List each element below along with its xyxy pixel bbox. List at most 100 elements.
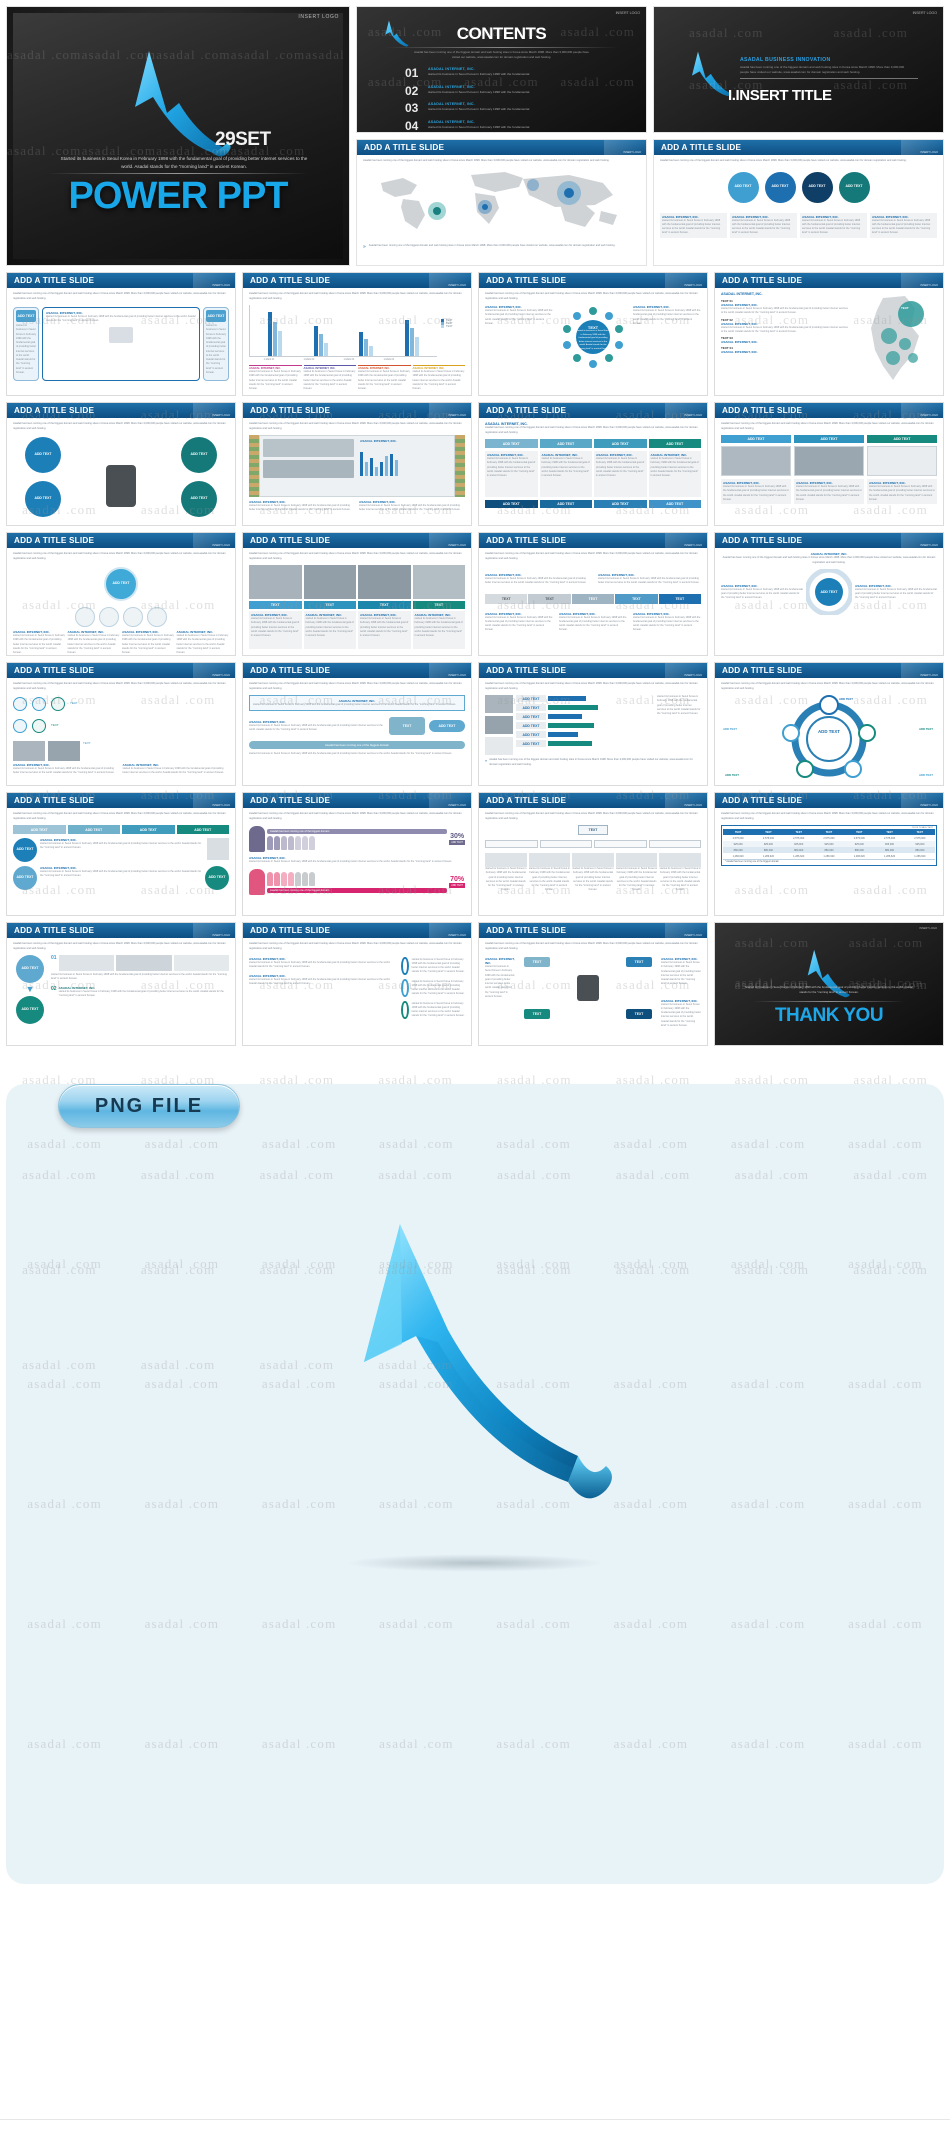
process-step[interactable]: TEXT xyxy=(571,593,615,604)
circle-item[interactable]: ADD TEXT xyxy=(764,171,796,203)
slide-mobile-panels[interactable]: ADD A TITLE SLIDE INSERT LOGO Asadal has… xyxy=(6,272,236,396)
org-node[interactable] xyxy=(539,840,592,849)
process-step[interactable]: TEXT xyxy=(485,593,528,604)
slide-three-photos[interactable]: ADD A TITLE SLIDE INSERT LOGO Asadal has… xyxy=(714,402,944,526)
pill-button[interactable]: TEXT xyxy=(358,601,411,610)
chevron-step[interactable]: ADD TEXT xyxy=(648,500,701,509)
process-step[interactable]: TEXT xyxy=(615,593,658,604)
circle-item[interactable]: ADD TEXT xyxy=(801,171,833,203)
chevron-step[interactable]: ADD TEXT xyxy=(122,825,175,835)
chevron-step[interactable]: ADD TEXT xyxy=(594,500,647,509)
circle-item[interactable]: ADD TEXT xyxy=(25,437,61,474)
chevron-step[interactable]: ADD TEXT xyxy=(176,825,229,835)
slide-header: ADD A TITLE SLIDE INSERT LOGO xyxy=(243,923,471,938)
slide-people-percent[interactable]: ADD A TITLE SLIDE INSERT LOGO Asadal has… xyxy=(242,792,472,916)
circle-node[interactable] xyxy=(401,957,409,976)
list-item[interactable]: 02 ASADAL INTERNET, INC. started its bus… xyxy=(405,85,628,97)
chevron-step[interactable]: ADD TEXT xyxy=(648,439,701,449)
list-item[interactable]: 03 ASADAL INTERNET, INC. started its bus… xyxy=(405,102,628,114)
slide-arrow-process[interactable]: ADD A TITLE SLIDE INSERT LOGO Asadal has… xyxy=(478,532,708,656)
circle-item[interactable]: ADD TEXT xyxy=(181,437,217,474)
timeline-node[interactable] xyxy=(13,719,27,734)
list-item[interactable]: 01 ASADAL INTERNET, INC. started its bus… xyxy=(405,67,628,79)
data-table[interactable]: TEXT TEXT TEXT TEXT TEXT TEXT TEXT 2,575… xyxy=(723,829,935,860)
spoke-icon[interactable] xyxy=(147,607,167,628)
cycle-node[interactable]: TEXT xyxy=(626,1009,652,1020)
spoke-icon[interactable] xyxy=(75,607,95,628)
panel-card[interactable]: ADD TEXT started its business in Seoul K… xyxy=(203,307,229,382)
org-node[interactable] xyxy=(648,840,701,849)
slide-steps-arrow[interactable]: ADD A TITLE SLIDE INSERT LOGO Asadal has… xyxy=(6,922,236,1046)
slide-circle-list[interactable]: ADD A TITLE SLIDE INSERT LOGO Asadal has… xyxy=(242,922,472,1046)
list-item[interactable]: 04 ASADAL INTERNET, INC. started its bus… xyxy=(405,120,628,132)
circle-item[interactable]: ADD TEXT xyxy=(25,481,61,518)
slide-four-circles[interactable]: ADD A TITLE SLIDE INSERT LOGO Asadal has… xyxy=(653,139,944,266)
pill-button[interactable]: TEXT xyxy=(249,601,302,610)
section-title-slide[interactable]: asadal .com asadal .com asadal .com asad… xyxy=(653,6,944,133)
chevron-step[interactable]: ADD TEXT xyxy=(539,439,592,449)
panel-card[interactable]: ADD TEXT started its business in Seoul K… xyxy=(13,307,39,382)
process-step[interactable]: TEXT xyxy=(528,593,571,604)
slide-bar-chart[interactable]: ADD A TITLE SLIDE INSERT LOGO Asadal has… xyxy=(242,272,472,396)
slide-people-grid[interactable]: ADD A TITLE SLIDE INSERT LOGO Asadal has… xyxy=(242,532,472,656)
circle-item[interactable]: ADD TEXT xyxy=(181,481,217,518)
slide-four-columns[interactable]: ADD A TITLE SLIDE INSERT LOGO ASADAL INT… xyxy=(478,402,708,526)
circle-item[interactable]: ADD TEXT xyxy=(205,866,229,891)
slide-orbit-circle[interactable]: ADD A TITLE SLIDE INSERT LOGO Asadal has… xyxy=(714,662,944,786)
cycle-node[interactable]: TEXT xyxy=(626,957,652,968)
slide-photo-bars[interactable]: ADD A TITLE SLIDE INSERT LOGO Asadal has… xyxy=(478,662,708,786)
circle-node[interactable] xyxy=(401,979,409,998)
pill-button[interactable]: ADD TEXT xyxy=(721,435,791,444)
org-root[interactable]: TEXT xyxy=(577,825,609,836)
spoke-icon[interactable] xyxy=(99,607,119,628)
slide-ribbon-flow[interactable]: ADD A TITLE SLIDE INSERT LOGO Asadal has… xyxy=(242,662,472,786)
slide-radial-diagram[interactable]: ADD A TITLE SLIDE INSERT LOGO ASADAL INT… xyxy=(714,532,944,656)
slide-korea-map[interactable]: ADD A TITLE SLIDE INSERT LOGO ASADAL INT… xyxy=(714,272,944,396)
chevron-step[interactable]: ADD TEXT xyxy=(13,825,66,835)
timeline-node[interactable] xyxy=(32,719,46,734)
chevron-step[interactable]: ADD TEXT xyxy=(67,825,120,835)
timeline-node[interactable] xyxy=(13,697,27,712)
chevron-step[interactable]: ADD TEXT xyxy=(485,500,538,509)
slide-device-cycle[interactable]: ADD A TITLE SLIDE INSERT LOGO Asadal has… xyxy=(478,922,708,1046)
org-node[interactable] xyxy=(485,840,538,849)
slide-thank-you[interactable]: asadal .com asadal .com asadal .com asad… xyxy=(714,922,944,1046)
slide-cycle-arrows[interactable]: ADD A TITLE SLIDE INSERT LOGO Asadal has… xyxy=(6,792,236,916)
slide-org-chart[interactable]: ADD A TITLE SLIDE INSERT LOGO Asadal has… xyxy=(478,792,708,916)
pill-button[interactable]: ADD TEXT xyxy=(794,435,864,444)
slide-hub-spoke[interactable]: ADD A TITLE SLIDE INSERT LOGO Asadal has… xyxy=(6,532,236,656)
circle-item[interactable]: ADD TEXT xyxy=(16,996,44,1025)
slide-data-table[interactable]: ADD A TITLE SLIDE INSERT LOGO Asadal has… xyxy=(714,792,944,916)
flow-node[interactable]: ADD TEXT xyxy=(429,720,465,733)
panel-card-main[interactable]: ASADAL INTERNET, INC. started its busine… xyxy=(42,307,200,382)
circle-item[interactable]: ADD TEXT xyxy=(838,171,870,203)
slide-open-book[interactable]: ADD A TITLE SLIDE INSERT LOGO Asadal has… xyxy=(242,402,472,526)
chevron-step[interactable]: ADD TEXT xyxy=(594,439,647,449)
contents-slide[interactable]: asadal .com asadal .com asadal .com asad… xyxy=(356,6,647,133)
slide-circle-cluster[interactable]: ADD A TITLE SLIDE INSERT LOGO Asadal has… xyxy=(478,272,708,396)
circle-item[interactable]: ADD TEXT xyxy=(727,171,759,203)
chevron-step[interactable]: ADD TEXT xyxy=(485,439,538,449)
timeline-node[interactable] xyxy=(51,697,65,712)
circle-node[interactable] xyxy=(401,1001,409,1020)
pill-button[interactable]: ADD TEXT xyxy=(867,435,937,444)
chevron-step[interactable]: ADD TEXT xyxy=(539,500,592,509)
pill-button[interactable]: TEXT xyxy=(412,601,465,610)
cycle-node[interactable]: TEXT xyxy=(524,1009,550,1020)
flow-node[interactable]: TEXT xyxy=(389,717,425,736)
hero-slide[interactable]: asadal .com asadal .com asadal .com asad… xyxy=(6,6,350,266)
slide-device-circles[interactable]: ADD A TITLE SLIDE INSERT LOGO Asadal has… xyxy=(6,402,236,526)
slide-timeline[interactable]: ADD A TITLE SLIDE INSERT LOGO Asadal has… xyxy=(6,662,236,786)
circle-item[interactable]: ADD TEXT xyxy=(13,866,37,891)
slide-world-map[interactable]: ADD A TITLE SLIDE INSERT LOGO Asadal has… xyxy=(356,139,647,266)
timeline-node[interactable] xyxy=(32,697,46,712)
png-file-button[interactable]: PNG FILE xyxy=(58,1084,240,1128)
process-step[interactable]: TEXT xyxy=(658,593,702,604)
circle-item[interactable]: ADD TEXT xyxy=(16,955,44,984)
spoke-icon[interactable] xyxy=(123,607,143,628)
cycle-node[interactable]: TEXT xyxy=(524,957,550,968)
org-node[interactable] xyxy=(594,840,647,849)
circle-item[interactable]: ADD TEXT xyxy=(13,838,37,863)
hub-circle[interactable]: ADD TEXT xyxy=(104,567,138,602)
pill-button[interactable]: TEXT xyxy=(303,601,356,610)
